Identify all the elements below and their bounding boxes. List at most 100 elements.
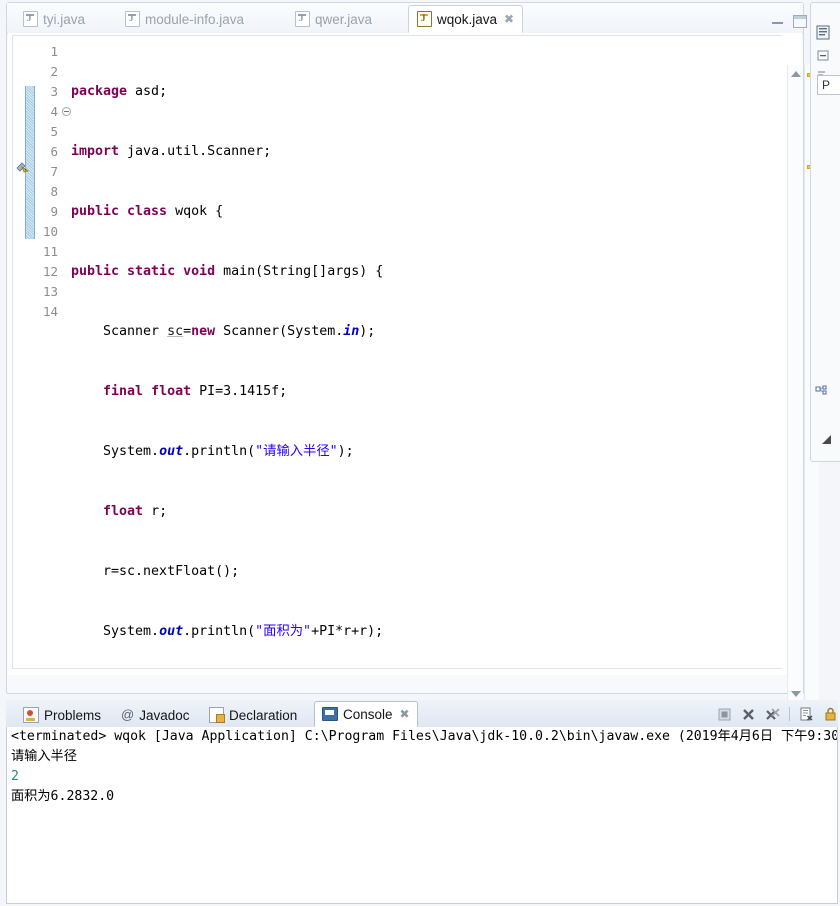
problems-icon	[23, 707, 39, 723]
warning-icon[interactable]	[16, 159, 30, 173]
console-icon	[322, 707, 338, 721]
code-token: args	[327, 264, 360, 279]
code-token: System.	[71, 444, 160, 459]
code-token: Scanner	[71, 324, 168, 339]
code-token: float	[103, 504, 152, 519]
console-line-stdin: 2	[11, 769, 19, 784]
line-number: 13	[42, 284, 58, 299]
code-token: PI=3.1415f;	[199, 384, 288, 399]
outline-view-icon[interactable]	[816, 25, 832, 41]
java-file-icon	[417, 11, 432, 27]
panel-resize-handle-icon[interactable]	[822, 435, 831, 444]
scroll-down-arrow-icon[interactable]	[791, 691, 801, 697]
editor-tab-module-info[interactable]: module-info.java	[117, 6, 252, 32]
code-line: System.out.println("请输入半径");	[71, 442, 383, 462]
code-token: ) {	[359, 264, 384, 279]
bottom-view-folder: Problems @ Javadoc Declaration Console ✖	[6, 700, 838, 904]
code-token: "面积为"	[255, 624, 312, 639]
code-line: package asd;	[71, 82, 383, 102]
editor-tab-label: qwer.java	[315, 11, 373, 27]
annotation-gutter[interactable]	[13, 36, 35, 668]
line-number: 14	[42, 304, 58, 319]
editor-tab-folder: tyi.java module-info.java qwer.java wqok…	[6, 2, 819, 722]
editor-tab-label: wqok.java	[437, 11, 498, 27]
console-output[interactable]: <terminated> wqok [Java Application] C:\…	[6, 727, 838, 904]
collapse-all-icon[interactable]	[816, 48, 832, 64]
maximize-view-button[interactable]	[793, 15, 807, 28]
line-number: 8	[50, 184, 58, 199]
tab-problems[interactable]: Problems	[16, 703, 108, 727]
code-token: );	[359, 324, 376, 339]
line-number: 4	[50, 104, 58, 119]
line-number: 7	[50, 164, 58, 179]
code-token: in	[343, 324, 360, 339]
tab-label: Console	[343, 706, 393, 722]
code-token: public class	[71, 204, 176, 219]
fold-collapse-icon[interactable]	[62, 107, 71, 116]
code-token: new	[191, 324, 224, 339]
code-token: final float	[103, 384, 200, 399]
minimize-view-button[interactable]	[772, 18, 783, 24]
code-token: .println(	[183, 444, 256, 459]
console-line: 请输入半径	[11, 749, 77, 764]
line-number: 9	[50, 204, 58, 219]
editor-tab-qwer[interactable]: qwer.java	[287, 6, 380, 32]
editor-body: 1 2 3 4 5 6 7 8 9 10 11 12 13 14 package…	[8, 33, 819, 722]
java-file-icon	[295, 11, 310, 27]
code-token: wqok {	[175, 204, 224, 219]
outline-filter-box[interactable]: P	[817, 75, 840, 95]
code-token: System.	[71, 624, 160, 639]
scroll-up-arrow-icon[interactable]	[791, 71, 801, 77]
remove-all-terminated-button[interactable]	[765, 707, 780, 722]
declaration-icon	[209, 707, 225, 723]
editor-tab-wqok[interactable]: wqok.java ✖	[408, 5, 524, 33]
terminate-button[interactable]	[717, 707, 732, 722]
tab-label: Javadoc	[139, 707, 190, 723]
code-line: public class wqok {	[71, 202, 383, 222]
tab-javadoc[interactable]: @ Javadoc	[114, 703, 197, 727]
close-icon[interactable]: ✖	[504, 13, 514, 25]
code-line: Scanner sc=new Scanner(System.in);	[71, 322, 383, 342]
line-number-ruler: 1 2 3 4 5 6 7 8 9 10 11 12 13 14	[31, 36, 61, 668]
line-number: 12	[42, 264, 58, 279]
code-text[interactable]: package asd; import java.util.Scanner; p…	[71, 42, 383, 668]
tab-label: Problems	[44, 707, 102, 723]
eclipse-ide-window: tyi.java module-info.java qwer.java wqok…	[0, 0, 840, 906]
line-number: 10	[42, 224, 58, 239]
toolbar-separator	[789, 707, 790, 721]
editor-tab-label: tyi.java	[43, 11, 86, 27]
code-token: asd;	[135, 84, 168, 99]
console-status-line: <terminated> wqok [Java Application] C:\…	[11, 729, 838, 744]
java-file-icon	[23, 11, 38, 27]
code-token: =	[183, 324, 192, 339]
editor-tabbar: tyi.java module-info.java qwer.java wqok…	[7, 3, 807, 34]
scroll-lock-button[interactable]	[823, 707, 838, 722]
code-line: public static void main(String[]args) {	[71, 262, 383, 282]
code-token: import	[71, 144, 128, 159]
editor-tab-tyi[interactable]: tyi.java	[15, 6, 93, 32]
code-token: package	[71, 84, 136, 99]
line-number: 2	[50, 64, 58, 79]
tab-console[interactable]: Console ✖	[314, 701, 418, 727]
close-icon[interactable]: ✖	[400, 707, 410, 721]
code-token: public static void	[71, 264, 224, 279]
code-token: r;	[151, 504, 168, 519]
code-token: out	[159, 444, 184, 459]
clear-console-button[interactable]	[799, 707, 814, 722]
at-icon: @	[121, 707, 135, 722]
tab-declaration[interactable]: Declaration	[202, 703, 304, 727]
code-token: .println(	[183, 624, 256, 639]
line-number: 3	[50, 84, 58, 99]
tree-view-icon[interactable]	[815, 385, 831, 401]
code-token: r=sc.nextFloat();	[71, 564, 240, 579]
code-editor[interactable]: 1 2 3 4 5 6 7 8 9 10 11 12 13 14 package…	[12, 35, 782, 669]
editor-tab-label: module-info.java	[145, 11, 245, 27]
remove-launch-button[interactable]	[741, 707, 756, 722]
bottom-tabbar: Problems @ Javadoc Declaration Console ✖	[6, 700, 838, 728]
code-token: main(String[]	[223, 264, 328, 279]
editor-vertical-scrollbar[interactable]	[787, 65, 803, 703]
code-line: float r;	[71, 502, 383, 522]
line-number: 6	[50, 144, 58, 159]
